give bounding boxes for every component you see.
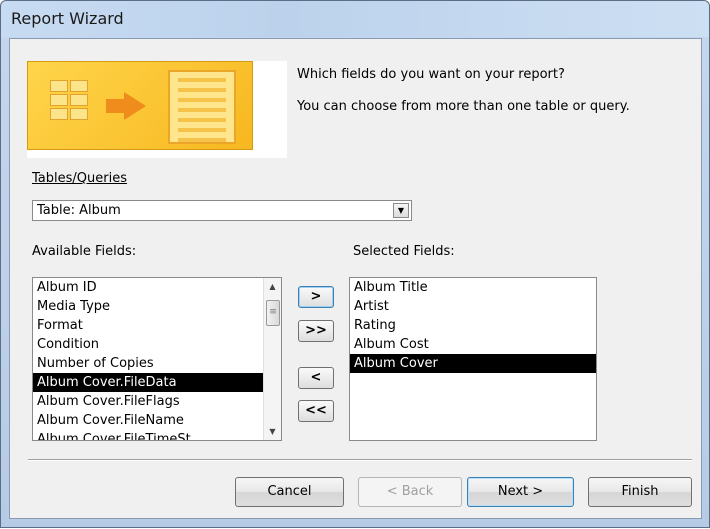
selected-field-item[interactable]: Album Title	[350, 278, 596, 297]
tables-queries-label: Tables/Queries	[32, 171, 127, 186]
available-field-item[interactable]: Album ID	[33, 278, 281, 297]
cancel-button[interactable]: Cancel	[235, 477, 344, 507]
selected-field-item[interactable]: Album Cover	[350, 354, 596, 373]
available-fields-label: Available Fields:	[32, 244, 136, 259]
next-button[interactable]: Next >	[467, 477, 574, 507]
available-fields-scrollbar[interactable]: ▲ ≡ ▼	[263, 278, 281, 440]
available-field-item[interactable]: Condition	[33, 335, 281, 354]
selected-fields-label-text: Selected Fields:	[353, 244, 455, 259]
tables-queries-label-text: Tables/Queries	[32, 171, 127, 186]
available-field-item[interactable]: Format	[33, 316, 281, 335]
available-field-item[interactable]: Album Cover.FileFlags	[33, 392, 281, 411]
scroll-down-arrow-icon[interactable]: ▼	[264, 423, 281, 440]
selected-fields-list[interactable]: Album Title Artist Rating Album Cost Alb…	[349, 277, 597, 441]
wizard-banner	[27, 61, 287, 158]
wizard-instructions: Which fields do you want on your report?…	[297, 67, 687, 131]
dialog-body: Which fields do you want on your report?…	[9, 38, 702, 519]
chevron-down-icon[interactable]: ▼	[393, 203, 409, 218]
wizard-hint: You can choose from more than one table …	[297, 99, 630, 114]
scroll-up-arrow-icon[interactable]: ▲	[264, 278, 281, 295]
available-field-item[interactable]: Album Cover.FileData	[33, 373, 281, 392]
tables-queries-dropdown[interactable]: Table: Album ▼	[32, 200, 412, 221]
footer-divider	[28, 459, 692, 461]
selected-field-item[interactable]: Rating	[350, 316, 596, 335]
available-fields-list[interactable]: Album ID Media Type Format Condition Num…	[32, 277, 282, 441]
finish-button[interactable]: Finish	[588, 477, 692, 507]
tables-queries-value: Table: Album	[37, 203, 121, 218]
remove-field-button[interactable]: <	[298, 367, 334, 389]
report-wizard-illustration-icon	[27, 61, 253, 150]
selected-field-item[interactable]: Artist	[350, 297, 596, 316]
back-button[interactable]: < Back	[358, 477, 462, 507]
window-title: Report Wizard	[11, 9, 124, 28]
add-field-button[interactable]: >	[298, 286, 334, 308]
scroll-thumb[interactable]: ≡	[266, 300, 280, 326]
available-field-item[interactable]: Media Type	[33, 297, 281, 316]
available-field-item[interactable]: Number of Copies	[33, 354, 281, 373]
remove-all-fields-button[interactable]: <<	[298, 400, 334, 422]
selected-field-item[interactable]: Album Cost	[350, 335, 596, 354]
available-field-item[interactable]: Album Cover.FileTimeSt...	[33, 430, 281, 440]
add-all-fields-button[interactable]: >>	[298, 320, 334, 342]
title-bar[interactable]: Report Wizard	[1, 1, 709, 37]
dialog-window: Report Wizard Which fields do you want o…	[0, 0, 710, 528]
available-fields-label-text: Available Fields:	[32, 244, 137, 259]
available-field-item[interactable]: Album Cover.FileName	[33, 411, 281, 430]
wizard-question: Which fields do you want on your report?	[297, 67, 565, 82]
selected-fields-label: Selected Fields:	[353, 244, 455, 259]
